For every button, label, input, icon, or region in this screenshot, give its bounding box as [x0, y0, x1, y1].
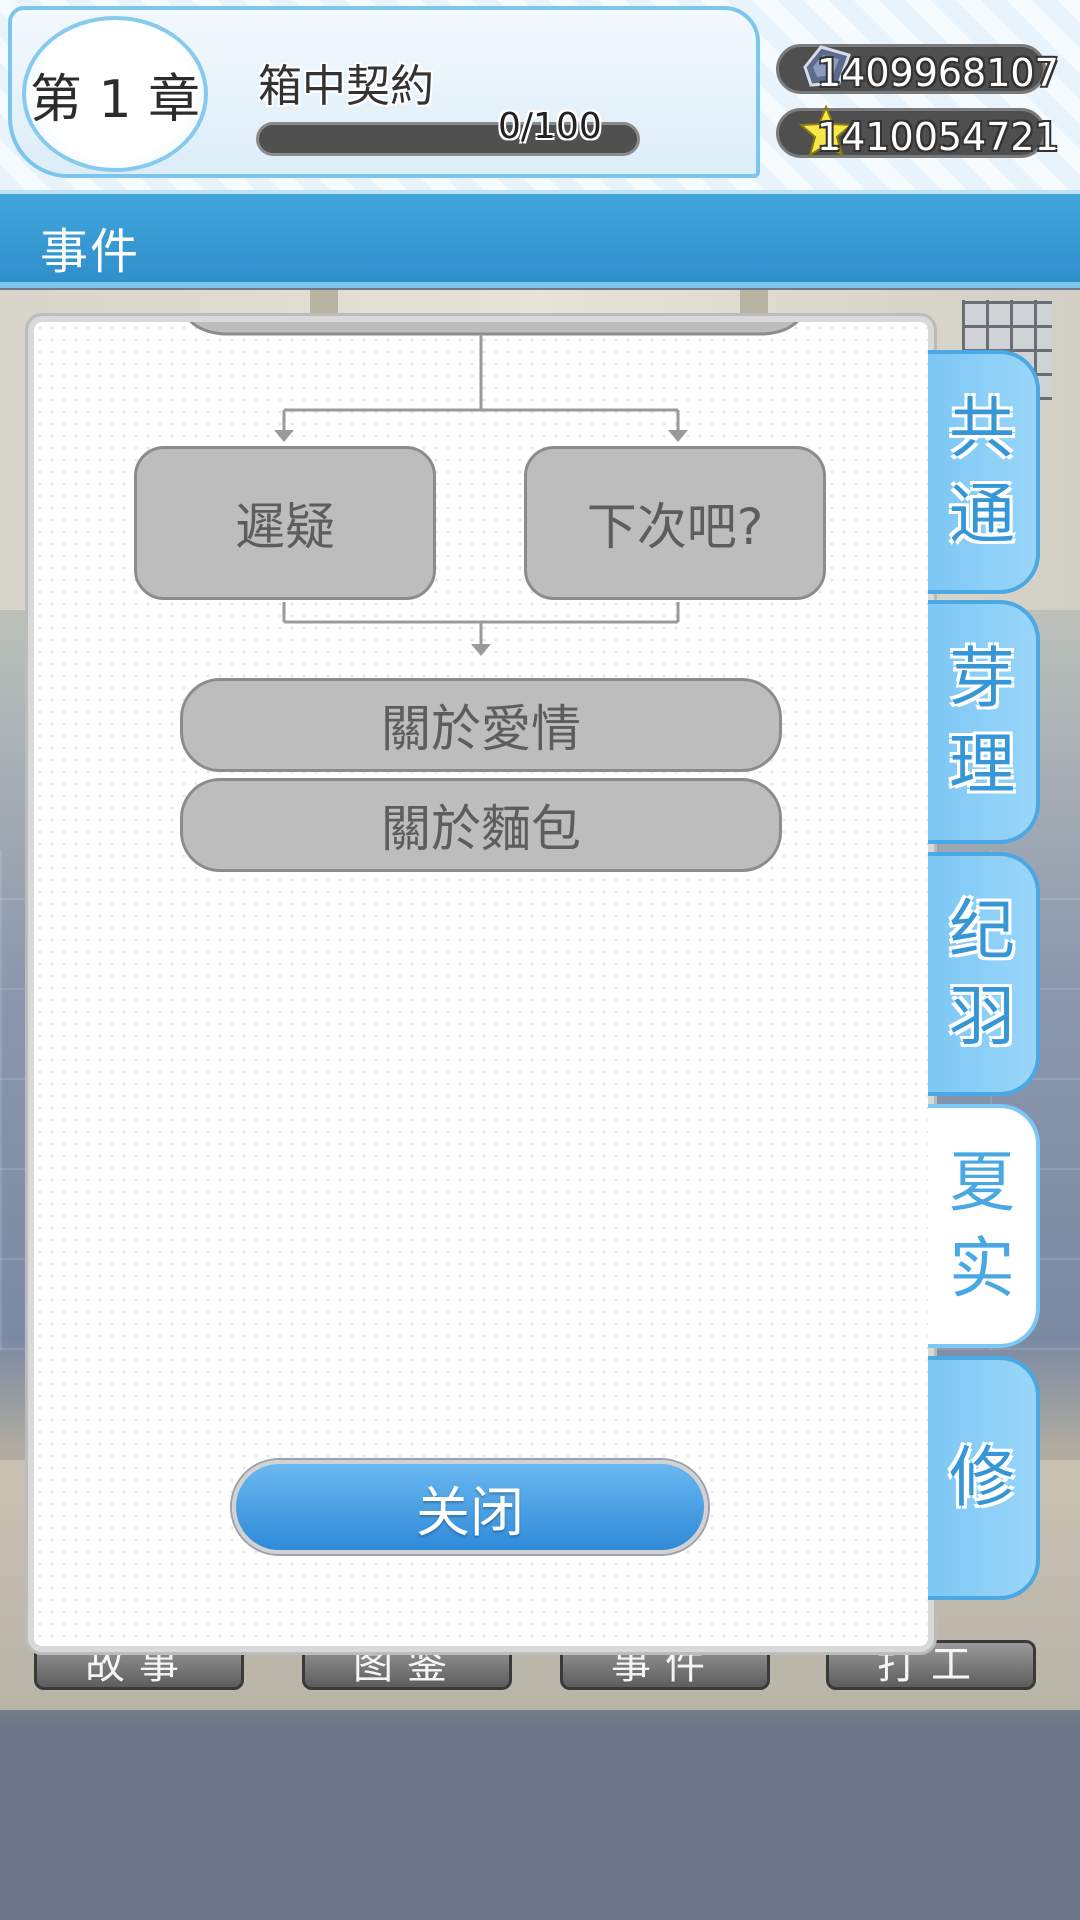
- gem-counter: 1409968107: [776, 44, 1059, 95]
- tab-kiu[interactable]: 纪 羽: [928, 852, 1040, 1096]
- tab-char: 理: [949, 726, 1015, 803]
- tab-shu[interactable]: 修: [928, 1356, 1040, 1600]
- chapter-title: 箱中契約: [258, 61, 434, 112]
- star-counter: 1410054721: [776, 105, 1059, 159]
- section-title: 事件: [40, 224, 141, 280]
- event-node[interactable]: 關於愛情: [180, 678, 782, 772]
- tab-char: 羽: [949, 978, 1015, 1055]
- tab-char: 共: [949, 390, 1015, 467]
- chapter-badge: 第 1 章: [22, 16, 208, 172]
- event-dialog: 遲疑 下次吧? 關於愛情 關於麵包 关闭: [28, 316, 934, 1652]
- top-header: 第 1 章 箱中契約 0/100 1409968107 1410054721: [0, 0, 1080, 190]
- chapter-progress-text: 0/100: [498, 106, 602, 147]
- gem-count: 1409968107: [817, 51, 1059, 95]
- star-count: 1410054721: [817, 115, 1059, 159]
- tab-char: 实: [949, 1230, 1015, 1307]
- choice-node[interactable]: 下次吧?: [524, 446, 826, 600]
- tab-char: 纪: [949, 892, 1015, 969]
- chapter-label: 第 1 章: [29, 69, 201, 130]
- choice-label: 下次吧?: [586, 498, 764, 556]
- tab-common[interactable]: 共 通: [928, 350, 1040, 594]
- tab-char: 通: [949, 476, 1015, 553]
- choice-label: 遲疑: [235, 498, 335, 556]
- event-flowchart: 遲疑 下次吧? 關於愛情 關於麵包: [34, 322, 928, 922]
- tab-char: 芽: [949, 640, 1015, 717]
- tab-natsumi[interactable]: 夏 实: [928, 1104, 1040, 1348]
- close-button-label: 关闭: [416, 1480, 524, 1544]
- choice-node[interactable]: 遲疑: [134, 446, 436, 600]
- section-bar: 事件: [0, 190, 1080, 288]
- close-button[interactable]: 关闭: [232, 1460, 708, 1554]
- tab-mari[interactable]: 芽 理: [928, 600, 1040, 844]
- event-label: 關於愛情: [381, 700, 581, 758]
- event-node[interactable]: 關於麵包: [180, 778, 782, 872]
- tab-char: 夏: [949, 1144, 1015, 1221]
- event-label: 關於麵包: [381, 800, 581, 858]
- tab-char: 修: [949, 1439, 1015, 1516]
